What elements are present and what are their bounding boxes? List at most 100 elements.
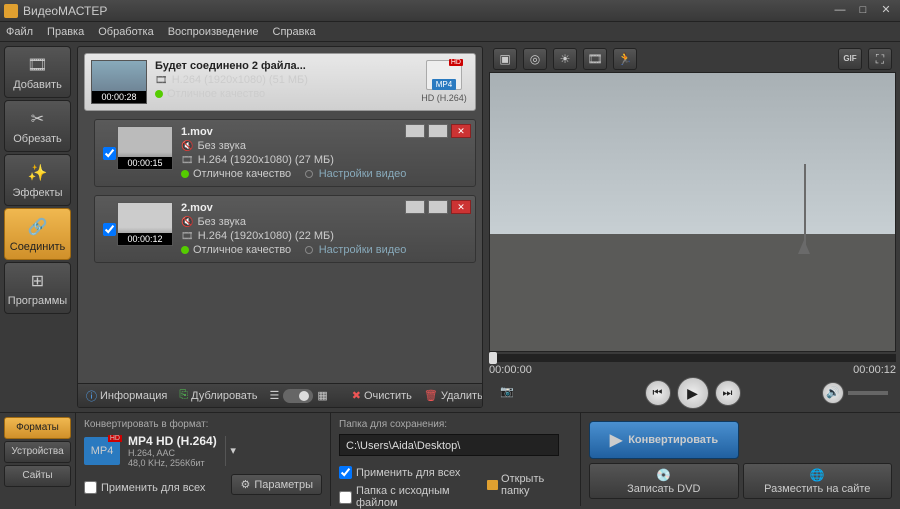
menu-file[interactable]: Файл	[6, 26, 33, 38]
prev-button[interactable]: ⏮	[645, 380, 671, 406]
save-folder-label: Папка для сохранения:	[339, 419, 572, 430]
volume-slider[interactable]	[848, 391, 888, 395]
format-picker[interactable]: HDMP4 MP4 HD (H.264)H.264, AAC 48,0 KHz,…	[84, 434, 322, 468]
globe-icon: 🌐	[810, 468, 825, 482]
gif-button[interactable]: GIF	[838, 48, 862, 70]
sidebar: 🎞Добавить ✂Обрезать ✨Эффекты 🔗Соединить …	[0, 42, 75, 412]
brightness-icon[interactable]: ☀	[553, 48, 577, 70]
chevron-down-icon[interactable]: ▾	[225, 436, 241, 466]
convert-button[interactable]: ▶Конвертировать	[589, 421, 739, 459]
maximize-button[interactable]: □	[853, 4, 873, 18]
fullscreen-icon[interactable]: ⛶	[868, 48, 892, 70]
menubar: Файл Правка Обработка Воспроизведение Сп…	[0, 22, 900, 42]
file-thumbnail: 00:00:12	[117, 202, 173, 246]
preview-toolbar: ▣ ◎ ☀ 🎞 🏃 GIF ⛶	[489, 46, 896, 72]
gear-icon: ⚙	[240, 478, 250, 491]
minimize-button[interactable]: —	[830, 4, 850, 18]
seek-knob[interactable]	[489, 352, 497, 364]
menu-playback[interactable]: Воспроизведение	[168, 26, 259, 38]
titlebar: ВидеоМАСТЕР — □ ✕	[0, 0, 900, 22]
preview-panel: ▣ ◎ ☀ 🎞 🏃 GIF ⛶ 00:00:00 00:00:12 📷 ⏮ ▶ ⏭…	[485, 42, 900, 412]
file-item-2[interactable]: 00:00:12 2.mov 🔇 Без звука 🎞 H.264 (1920…	[94, 195, 476, 263]
playback-controls: 📷 ⏮ ▶ ⏭ 🔊	[489, 378, 896, 408]
delete-button[interactable]: 🗑Удалить	[424, 389, 483, 402]
app-title: ВидеоМАСТЕР	[23, 4, 827, 18]
sidebar-trim[interactable]: ✂Обрезать	[4, 100, 71, 152]
sparkle-icon: ✨	[26, 161, 50, 185]
save-path-field[interactable]: C:\Users\Aida\Desktop\	[339, 434, 559, 456]
folder-icon	[487, 480, 498, 490]
remove-file-button[interactable]: ✕	[451, 124, 471, 138]
sidebar-join[interactable]: 🔗Соединить	[4, 208, 71, 260]
close-button[interactable]: ✕	[876, 4, 896, 18]
app-logo-icon	[4, 4, 18, 18]
merge-title: Будет соединено 2 файла...	[155, 60, 419, 72]
gear-icon	[305, 246, 313, 254]
seek-bar[interactable]	[489, 354, 896, 362]
grid-view-icon[interactable]: ▦	[317, 389, 327, 402]
screenshot-button[interactable]: 📷	[497, 384, 517, 402]
file-checkbox[interactable]	[103, 223, 116, 236]
convert-to-label: Конвертировать в формат:	[84, 419, 322, 430]
duration-label: 00:00:28	[92, 91, 146, 103]
play-button[interactable]: ▶	[677, 377, 709, 409]
info-button[interactable]: ⓘИнформация	[86, 388, 167, 404]
film-plus-icon: 🎞	[26, 53, 50, 77]
merge-quality: Отличное качество	[155, 88, 419, 100]
publish-button[interactable]: 🌐Разместить на сайте	[743, 463, 893, 499]
grid-icon: ⊞	[26, 269, 50, 293]
tab-devices[interactable]: Устройства	[4, 441, 71, 463]
sidebar-add[interactable]: 🎞Добавить	[4, 46, 71, 98]
menu-edit[interactable]: Правка	[47, 26, 84, 38]
open-folder-button[interactable]: Открыть папку	[487, 473, 572, 497]
gear-icon	[305, 170, 313, 178]
next-button[interactable]: ⏭	[715, 380, 741, 406]
merge-codec: 🎞 H.264 (1920x1080) (51 МБ)	[155, 74, 419, 86]
video-preview[interactable]	[489, 72, 896, 352]
file-thumbnail: 00:00:15	[117, 126, 173, 170]
tab-sites[interactable]: Сайты	[4, 465, 71, 487]
output-format-selector[interactable]: HDMP4 HD (H.264)	[419, 60, 469, 104]
scissors-icon: ✂	[26, 107, 50, 131]
sidebar-effects[interactable]: ✨Эффекты	[4, 154, 71, 206]
volume-button[interactable]: 🔊	[822, 382, 844, 404]
menu-process[interactable]: Обработка	[98, 26, 153, 38]
tab-formats[interactable]: Форматы	[4, 417, 71, 439]
menu-help[interactable]: Справка	[273, 26, 316, 38]
duplicate-button[interactable]: ⎘Дублировать	[179, 389, 257, 402]
apply-all-format-checkbox[interactable]	[84, 481, 97, 494]
move-up-button[interactable]: ▲	[405, 124, 425, 138]
merge-output-card[interactable]: 00:00:28 Будет соединено 2 файла... 🎞 H.…	[84, 53, 476, 111]
list-toolbar: ⓘИнформация ⎘Дублировать ☰ ▦ ✖Очистить 🗑У…	[78, 383, 482, 407]
list-view-icon[interactable]: ☰	[269, 389, 279, 402]
time-current: 00:00:00	[489, 364, 532, 376]
disc-icon: 💿	[656, 468, 671, 482]
remove-file-button[interactable]: ✕	[451, 200, 471, 214]
source-folder-checkbox[interactable]	[339, 491, 352, 504]
rotate-icon[interactable]: ◎	[523, 48, 547, 70]
time-total: 00:00:12	[853, 364, 896, 376]
move-up-button[interactable]: ▲	[405, 200, 425, 214]
move-down-button[interactable]: ▼	[428, 124, 448, 138]
speed-icon[interactable]: 🏃	[613, 48, 637, 70]
file-list: 00:00:28 Будет соединено 2 файла... 🎞 H.…	[78, 47, 482, 383]
enhance-icon[interactable]: 🎞	[583, 48, 607, 70]
merge-thumbnail: 00:00:28	[91, 60, 147, 104]
file-list-panel: 00:00:28 Будет соединено 2 файла... 🎞 H.…	[77, 46, 483, 408]
parameters-button[interactable]: ⚙Параметры	[231, 474, 322, 495]
bottom-panel: Форматы Устройства Сайты Конвертировать …	[0, 412, 900, 506]
file-item-1[interactable]: 00:00:15 1.mov 🔇 Без звука 🎞 H.264 (1920…	[94, 119, 476, 187]
crop-icon[interactable]: ▣	[493, 48, 517, 70]
move-down-button[interactable]: ▼	[428, 200, 448, 214]
play-icon: ▶	[610, 430, 622, 450]
sidebar-programs[interactable]: ⊞Программы	[4, 262, 71, 314]
clear-button[interactable]: ✖Очистить	[352, 389, 412, 402]
apply-all-folder-checkbox[interactable]	[339, 466, 352, 479]
burn-dvd-button[interactable]: 💿Записать DVD	[589, 463, 739, 499]
view-toggle[interactable]	[283, 389, 313, 403]
bottom-tabs: Форматы Устройства Сайты	[0, 413, 75, 506]
file-checkbox[interactable]	[103, 147, 116, 160]
link-icon: 🔗	[26, 215, 50, 239]
video-settings-link[interactable]: Настройки видео	[319, 244, 407, 256]
video-settings-link[interactable]: Настройки видео	[319, 168, 407, 180]
